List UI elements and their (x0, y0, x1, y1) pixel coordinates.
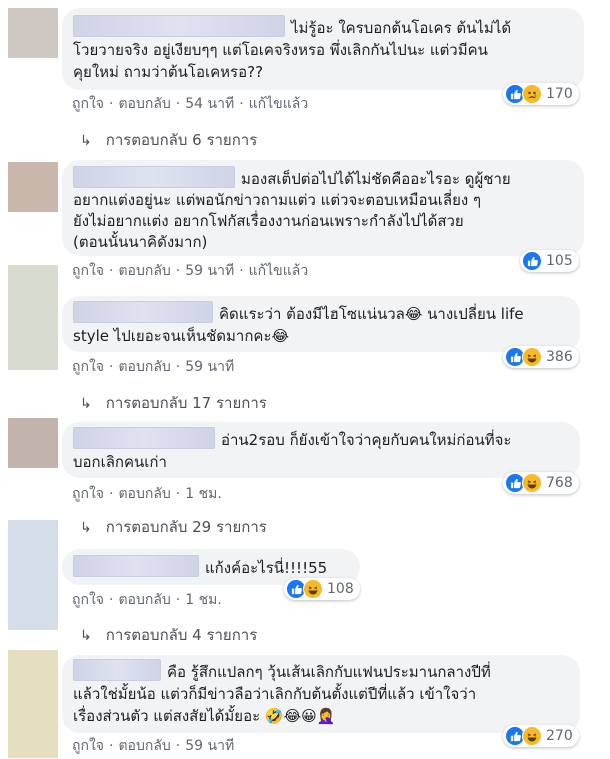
avatar[interactable] (8, 418, 58, 468)
timestamp[interactable]: 1 ชม. (185, 485, 222, 503)
comment-actions: ถูกใจ · ตอบกลับ · 1 ชม. (72, 485, 222, 503)
reply-link[interactable]: ตอบกลับ (118, 485, 170, 503)
like-link[interactable]: ถูกใจ (72, 95, 104, 113)
reaction-count: 105 (546, 253, 573, 269)
comment-text-line: คือ รู้สึกแปลกๆ วุ้นเส้นเลิกกับแฟนประมาน… (73, 659, 568, 683)
comment-bubble: ไม่รู้อะ ใครบอกต้นโอเคร ต้นไม่ได้ โวยวาย… (62, 8, 584, 90)
timestamp[interactable]: 54 นาที (185, 95, 234, 113)
like-link[interactable]: ถูกใจ (72, 358, 104, 376)
comment-text-line: อ่าน2รอบ ก็ยังเข้าใจว่าคุยกับคนใหม่ก่อนท… (73, 427, 568, 451)
avatar[interactable] (8, 520, 58, 630)
reply-arrow-icon: ↳ (80, 628, 92, 644)
comment-actions: ถูกใจ · ตอบกลับ · 59 นาที · แก้ไขแล้ว (72, 262, 309, 280)
timestamp[interactable]: 59 นาที (185, 262, 234, 280)
comment-text-line: คุยใหม่ ถามว่าต้นโอเคหรอ?? (73, 63, 264, 81)
comment-text-line: มองสเต็ปต่อไปได้ไม่ชัดคืออะไรอะ ดูผู้ชาย (73, 166, 572, 190)
comment-actions: ถูกใจ · ตอบกลับ · 59 นาที (72, 737, 235, 755)
reply-arrow-icon: ↳ (80, 520, 92, 536)
avatar[interactable] (8, 265, 58, 370)
comment-text-line: เรื่องส่วนตัว แต่สงสัยได้มั้ยอะ 🤣😂😀🤦‍♀️ (73, 707, 336, 725)
reaction-summary[interactable]: 270 (503, 725, 579, 747)
author-name-redacted[interactable] (73, 301, 213, 323)
edited-label[interactable]: แก้ไขแล้ว (249, 262, 309, 280)
comment-text-line: ไม่รู้อะ ใครบอกต้นโอเคร ต้นไม่ได้ (73, 15, 572, 39)
reaction-count: 768 (546, 475, 573, 491)
reply-link[interactable]: ตอบกลับ (118, 591, 170, 609)
author-name-redacted[interactable] (73, 15, 285, 37)
view-replies-link[interactable]: ↳ การตอบกลับ 6 รายการ (80, 130, 257, 151)
timestamp[interactable]: 59 นาที (185, 737, 234, 755)
like-link[interactable]: ถูกใจ (72, 262, 104, 280)
comment-text-line: แล้วใช่มั้ยน้อ แต่วก็มีข่าวลือว่าเลิกกับ… (73, 685, 477, 703)
reaction-count: 386 (546, 349, 573, 365)
comment-text-line: style ไปเยอะจนเห็นชัดมากคะ😂 (73, 327, 290, 345)
reply-link[interactable]: ตอบกลับ (118, 358, 170, 376)
comment-text-line: อยากแต่งอยู่นะ แต่พอนักข่าวถามแต่ว แต่วจ… (73, 191, 482, 209)
timestamp[interactable]: 59 นาที (185, 358, 234, 376)
comment-text-line: โวยวายจริง อยู่เงียบๆๆ แต่โอเคจริงหรอ พึ… (73, 41, 488, 59)
view-replies-link[interactable]: ↳ การตอบกลับ 4 รายการ (80, 625, 257, 646)
like-link[interactable]: ถูกใจ (72, 591, 104, 609)
avatar[interactable] (8, 8, 58, 58)
like-link[interactable]: ถูกใจ (72, 737, 104, 755)
sad-reaction-icon (522, 84, 542, 104)
comment-text-line: (ตอนนั้นนาคิดังมาก) (73, 233, 208, 251)
avatar[interactable] (8, 162, 58, 212)
comment-text-line: ยังไม่อยากแต่ง อยากโฟกัสเรื่องงานก่อนเพร… (73, 212, 464, 230)
author-name-redacted[interactable] (73, 659, 161, 681)
reaction-summary[interactable]: 105 (520, 250, 579, 272)
reply-link[interactable]: ตอบกลับ (118, 262, 170, 280)
reaction-summary[interactable]: 768 (503, 472, 579, 494)
reply-link[interactable]: ตอบกลับ (118, 95, 170, 113)
view-replies-link[interactable]: ↳ การตอบกลับ 17 รายการ (80, 393, 267, 414)
reaction-summary[interactable]: 170 (503, 83, 579, 105)
reply-arrow-icon: ↳ (80, 396, 92, 412)
reaction-count: 170 (546, 86, 573, 102)
haha-reaction-icon (522, 473, 542, 493)
reaction-summary[interactable]: 386 (503, 346, 579, 368)
like-link[interactable]: ถูกใจ (72, 485, 104, 503)
comment-actions: ถูกใจ · ตอบกลับ · 54 นาที · แก้ไขแล้ว (72, 95, 309, 113)
reaction-summary[interactable]: 108 (284, 578, 360, 600)
comment-bubble: คือ รู้สึกแปลกๆ วุ้นเส้นเลิกกับแฟนประมาน… (62, 655, 580, 733)
like-reaction-icon (522, 251, 542, 271)
comment-bubble: มองสเต็ปต่อไปได้ไม่ชัดคืออะไรอะ ดูผู้ชาย… (62, 160, 584, 256)
comment-text-line: แก้งค์อะไรนี่!!!!55 (73, 555, 348, 579)
author-name-redacted[interactable] (73, 555, 199, 577)
timestamp[interactable]: 1 ชม. (185, 591, 222, 609)
comment-text-line: คิดแระว่า ต้องมีไฮโซแน่นวล😂 นางเปลี่ยน l… (73, 301, 568, 325)
reply-link[interactable]: ตอบกลับ (118, 737, 170, 755)
reaction-count: 270 (546, 728, 573, 744)
edited-label[interactable]: แก้ไขแล้ว (249, 95, 309, 113)
comment-text-line: บอกเลิกคนเก่า (73, 453, 167, 471)
comment-bubble: คิดแระว่า ต้องมีไฮโซแน่นวล😂 นางเปลี่ยน l… (62, 296, 580, 352)
reaction-count: 108 (327, 581, 354, 597)
reply-arrow-icon: ↳ (80, 133, 92, 149)
view-replies-link[interactable]: ↳ การตอบกลับ 29 รายการ (80, 517, 267, 538)
comment-bubble: อ่าน2รอบ ก็ยังเข้าใจว่าคุยกับคนใหม่ก่อนท… (62, 422, 580, 478)
haha-reaction-icon (303, 579, 323, 599)
author-name-redacted[interactable] (73, 166, 235, 188)
haha-reaction-icon (522, 726, 542, 746)
comment-actions: ถูกใจ · ตอบกลับ · 59 นาที (72, 358, 235, 376)
haha-reaction-icon (522, 347, 542, 367)
author-name-redacted[interactable] (73, 427, 215, 449)
avatar[interactable] (8, 650, 58, 758)
comment-actions: ถูกใจ · ตอบกลับ · 1 ชม. (72, 591, 222, 609)
